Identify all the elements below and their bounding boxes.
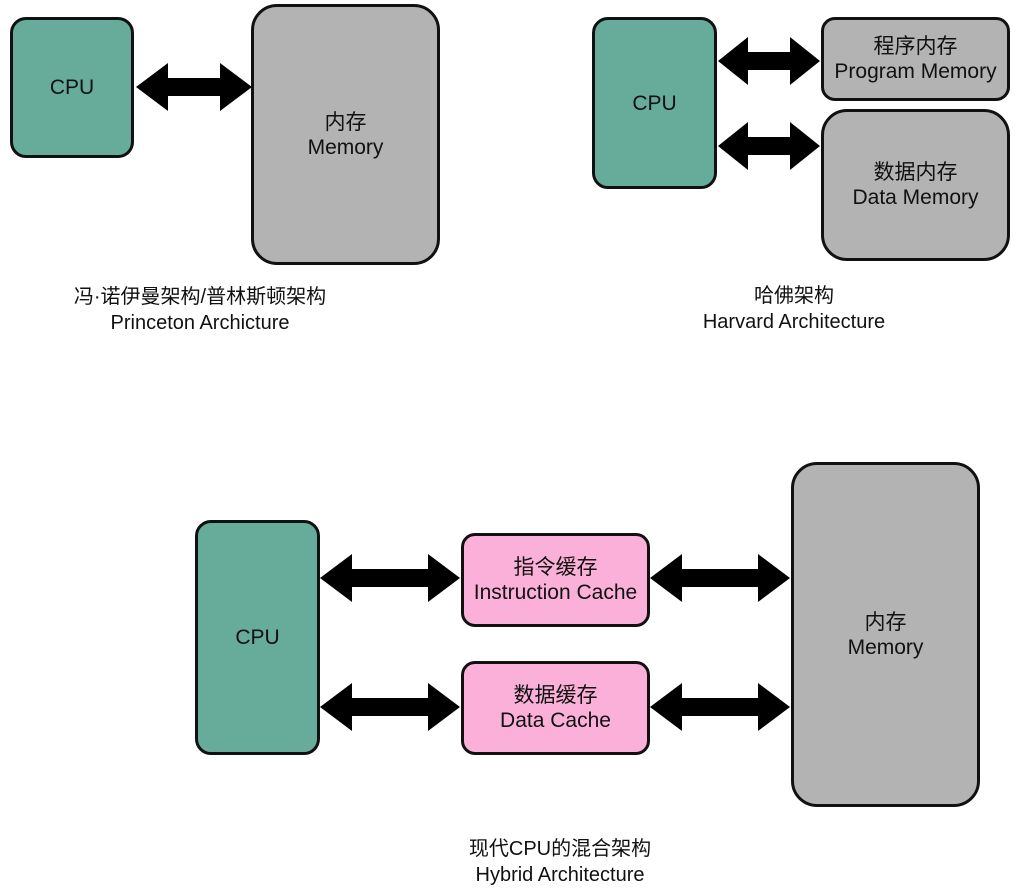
hybrid-cpu-instruction-cache-arrow bbox=[320, 554, 460, 602]
hybrid-cpu-data-cache-arrow bbox=[320, 683, 460, 731]
hybrid-data-cache-label-en: Data Cache bbox=[500, 709, 611, 732]
princeton-memory-box: 内存 Memory bbox=[251, 4, 440, 265]
hybrid-cpu-box: CPU bbox=[195, 520, 320, 755]
hybrid-memory-label-en: Memory bbox=[847, 635, 924, 659]
harvard-cpu-program-memory-arrow bbox=[718, 37, 820, 85]
harvard-caption-cn: 哈佛架构 bbox=[754, 285, 834, 307]
harvard-data-memory-label-cn: 数据内存 bbox=[873, 161, 958, 184]
hybrid-data-cache-box: 数据缓存 Data Cache bbox=[461, 661, 650, 755]
hybrid-caption: 现代CPU的混合架构 Hybrid Architecture bbox=[410, 836, 710, 888]
harvard-caption: 哈佛架构 Harvard Architecture bbox=[660, 283, 928, 335]
princeton-caption: 冯·诺伊曼架构/普林斯顿架构 Princeton Archicture bbox=[20, 284, 380, 336]
harvard-program-memory-label-cn: 程序内存 bbox=[873, 35, 958, 58]
harvard-data-memory-label-en: Data Memory bbox=[852, 186, 979, 209]
harvard-cpu-box: CPU bbox=[592, 17, 717, 189]
princeton-memory-label-en: Memory bbox=[307, 135, 384, 159]
hybrid-caption-cn: 现代CPU的混合架构 bbox=[468, 838, 652, 860]
princeton-caption-en: Princeton Archicture bbox=[110, 312, 290, 334]
hybrid-memory-box: 内存 Memory bbox=[791, 462, 980, 807]
hybrid-memory-label-cn: 内存 bbox=[864, 610, 907, 634]
princeton-memory-label-cn: 内存 bbox=[324, 110, 367, 134]
harvard-program-memory-label-en: Program Memory bbox=[834, 60, 997, 83]
harvard-cpu-data-memory-arrow bbox=[718, 122, 820, 170]
harvard-program-memory-box: 程序内存 Program Memory bbox=[821, 17, 1010, 101]
hybrid-instruction-cache-box: 指令缓存 Instruction Cache bbox=[461, 533, 650, 627]
princeton-cpu-label: CPU bbox=[49, 76, 95, 99]
princeton-cpu-box: CPU bbox=[10, 17, 134, 158]
hybrid-instruction-cache-memory-arrow bbox=[650, 554, 790, 602]
hybrid-instruction-cache-label-en: Instruction Cache bbox=[473, 581, 638, 604]
princeton-caption-cn: 冯·诺伊曼架构/普林斯顿架构 bbox=[73, 286, 327, 308]
harvard-cpu-label: CPU bbox=[632, 91, 677, 115]
harvard-caption-en: Harvard Architecture bbox=[702, 311, 886, 333]
hybrid-cpu-label: CPU bbox=[235, 626, 280, 649]
hybrid-data-cache-label-cn: 数据缓存 bbox=[513, 684, 598, 707]
hybrid-caption-en: Hybrid Architecture bbox=[475, 864, 645, 886]
princeton-cpu-memory-arrow bbox=[136, 63, 252, 111]
harvard-data-memory-box: 数据内存 Data Memory bbox=[821, 109, 1010, 261]
hybrid-data-cache-memory-arrow bbox=[650, 683, 790, 731]
hybrid-instruction-cache-label-cn: 指令缓存 bbox=[513, 556, 598, 579]
